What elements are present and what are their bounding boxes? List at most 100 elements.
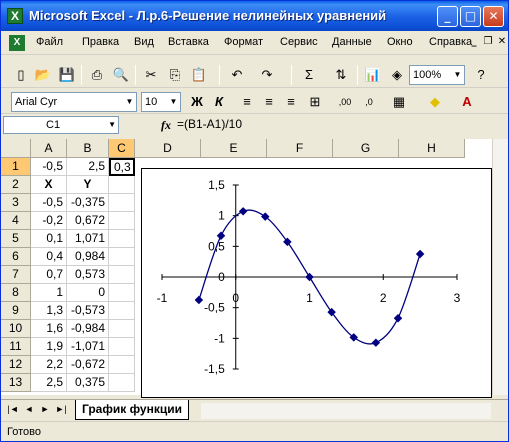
cell-a3[interactable]: -0,5 [31,194,67,212]
font-size-select[interactable]: 10 ▼ [141,92,181,112]
autosum-icon[interactable]: Σ [299,65,319,85]
menu-format[interactable]: Формат [224,36,263,48]
cell-c8[interactable] [109,284,135,302]
font-select[interactable]: Arial Cyr ▼ [11,92,137,112]
chevron-down-icon[interactable]: ▼ [108,117,116,133]
column-header-a[interactable]: A [31,139,67,158]
fx-icon[interactable]: fx [161,118,171,133]
redo-icon[interactable]: ↷ [257,65,277,85]
workbook-icon[interactable]: X [9,35,25,51]
excel-app-icon[interactable]: X [7,8,23,24]
cell-b4[interactable]: 0,672 [67,212,109,230]
align-right-icon[interactable]: ≡ [281,92,301,112]
menu-data[interactable]: Данные [332,36,372,48]
select-all-corner[interactable] [1,139,31,158]
chart-area[interactable]: -1 0 1 2 3 1,5 1 0,5 0 -0,5 -1 -1,5 [141,168,492,398]
merge-center-icon[interactable]: ⊞ [305,92,325,112]
maximize-button[interactable]: □ [460,6,481,27]
minimize-button[interactable]: _ [437,6,458,27]
cell-a9[interactable]: 1,3 [31,302,67,320]
cell-a12[interactable]: 2,2 [31,356,67,374]
cell-b3[interactable]: -0,375 [67,194,109,212]
menu-view[interactable]: Вид [134,36,154,48]
row-header-7[interactable]: 7 [1,266,31,284]
italic-icon[interactable]: К [209,92,229,112]
cell-a13[interactable]: 2,5 [31,374,67,392]
cell-b13[interactable]: 0,375 [67,374,109,392]
save-icon[interactable]: 💾 [57,65,77,85]
doc-close-button[interactable]: ✕ [495,35,509,49]
row-header-13[interactable]: 13 [1,374,31,392]
row-header-4[interactable]: 4 [1,212,31,230]
cell-a8[interactable]: 1 [31,284,67,302]
row-header-5[interactable]: 5 [1,230,31,248]
cell-a4[interactable]: -0,2 [31,212,67,230]
cell-c4[interactable] [109,212,135,230]
row-header-6[interactable]: 6 [1,248,31,266]
increase-decimal-icon[interactable]: ,00 [335,92,355,112]
column-header-h[interactable]: H [399,139,465,158]
cell-c2[interactable] [109,176,135,194]
chart-wizard-icon[interactable]: 📊 [363,65,383,85]
borders-icon[interactable]: ▦ [389,92,409,112]
print-icon[interactable]: ⎙ [87,65,107,85]
next-sheet-icon[interactable]: ► [39,404,51,414]
cell-b9[interactable]: -0,573 [67,302,109,320]
menu-window[interactable]: Окно [387,36,413,48]
prev-sheet-icon[interactable]: ◄ [23,404,35,414]
cell-b8[interactable]: 0 [67,284,109,302]
row-header-12[interactable]: 12 [1,356,31,374]
name-box[interactable]: C1 ▼ [3,116,119,134]
first-sheet-icon[interactable]: |◄ [7,404,19,414]
cell-c11[interactable] [109,338,135,356]
cell-b7[interactable]: 0,573 [67,266,109,284]
cell-a5[interactable]: 0,1 [31,230,67,248]
cell-b1[interactable]: 2,5 [67,158,109,176]
column-header-e[interactable]: E [201,139,267,158]
help-icon[interactable]: ? [471,65,491,85]
cell-c12[interactable] [109,356,135,374]
cell-c10[interactable] [109,320,135,338]
menu-tools[interactable]: Сервис [280,36,318,48]
vertical-scrollbar[interactable] [492,139,508,395]
sheet-tab-active[interactable]: График функции [75,400,189,420]
paste-icon[interactable]: 📋 [189,65,209,85]
cell-c7[interactable] [109,266,135,284]
close-button[interactable]: ✕ [483,6,504,27]
column-header-d[interactable]: D [135,139,201,158]
decrease-decimal-icon[interactable]: ,0 [359,92,379,112]
cell-b6[interactable]: 0,984 [67,248,109,266]
horizontal-scrollbar[interactable] [201,403,491,419]
cell-c5[interactable] [109,230,135,248]
menu-insert[interactable]: Вставка [168,36,209,48]
copy-icon[interactable]: ⎘ [165,65,185,85]
cell-c9[interactable] [109,302,135,320]
row-header-10[interactable]: 10 [1,320,31,338]
cell-a10[interactable]: 1,6 [31,320,67,338]
title-bar[interactable]: X Microsoft Excel - Л.р.6-Решение нелине… [1,1,508,31]
row-header-1[interactable]: 1 [1,158,31,176]
row-header-11[interactable]: 11 [1,338,31,356]
cell-b10[interactable]: -0,984 [67,320,109,338]
menu-help[interactable]: Справка [429,36,472,48]
new-icon[interactable]: ▯ [11,65,31,85]
column-header-b[interactable]: B [67,139,109,158]
font-color-icon[interactable]: A [457,92,477,112]
cell-a7[interactable]: 0,7 [31,266,67,284]
row-header-3[interactable]: 3 [1,194,31,212]
cell-c3[interactable] [109,194,135,212]
cell-c1[interactable]: 0,3 [109,158,135,176]
menu-file[interactable]: Файл [36,36,63,48]
cell-a6[interactable]: 0,4 [31,248,67,266]
column-header-g[interactable]: G [333,139,399,158]
cell-b12[interactable]: -0,672 [67,356,109,374]
align-center-icon[interactable]: ≡ [259,92,279,112]
cell-c6[interactable] [109,248,135,266]
chevron-down-icon[interactable]: ▼ [123,93,136,111]
sort-ascending-icon[interactable]: ⇅ [331,65,351,85]
cell-b2[interactable]: Y [67,176,109,194]
doc-restore-button[interactable]: ❐ [481,35,495,49]
row-header-2[interactable]: 2 [1,176,31,194]
row-header-9[interactable]: 9 [1,302,31,320]
column-header-f[interactable]: F [267,139,333,158]
